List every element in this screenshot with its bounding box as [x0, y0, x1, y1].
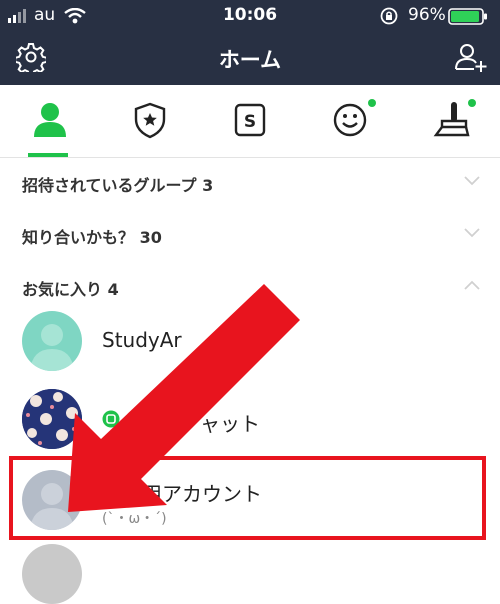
- annotation-arrow-icon: [68, 284, 300, 512]
- avatar: [22, 544, 82, 604]
